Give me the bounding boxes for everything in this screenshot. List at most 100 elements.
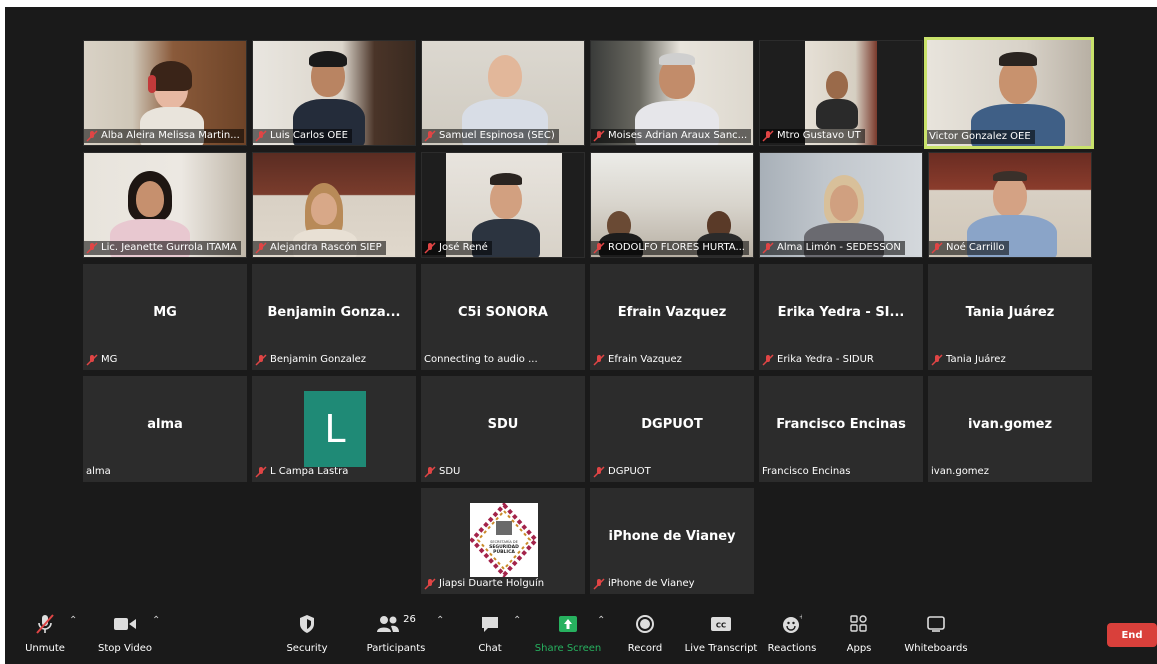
participant-name-text: José René [439, 242, 488, 253]
name-tile[interactable]: ivan.gomez ivan.gomez [928, 376, 1092, 482]
participant-name: Alba Aleira Melissa Martin... [84, 129, 244, 143]
record-button[interactable]: Record [623, 611, 667, 661]
participant-display-name: Benjamin Gonza... [267, 305, 401, 320]
participant-name-text: Benjamin Gonzalez [270, 354, 367, 365]
participant-name-text: Francisco Encinas [762, 466, 851, 477]
participant-name-text: Moises Adrian Araux Sanc... [608, 130, 748, 141]
participant-name: ivan.gomez [929, 465, 993, 479]
video-tile[interactable]: José René [421, 152, 585, 258]
svg-text:CC: CC [716, 622, 726, 630]
participant-name-text: Alejandra Rascón SIEP [270, 242, 382, 253]
security-button[interactable]: Security [283, 611, 331, 661]
mic-muted-icon [86, 242, 98, 254]
video-tile[interactable]: RODOLFO FLORES HURTA... [590, 152, 754, 258]
participant-name-text: Efrain Vazquez [608, 354, 682, 365]
mic-muted-icon [762, 130, 774, 142]
mic-muted-icon [593, 466, 605, 478]
participants-button[interactable]: 26 Participants [363, 611, 429, 661]
unmute-button[interactable]: Unmute [23, 611, 67, 661]
apps-icon [850, 611, 868, 637]
video-tile[interactable]: Noé Carrillo [928, 152, 1092, 258]
mic-muted-icon [762, 354, 774, 366]
share-screen-button[interactable]: Share Screen [535, 611, 601, 661]
share-screen-icon [558, 611, 578, 637]
name-tile[interactable]: Tania Juárez Tania Juárez [928, 264, 1092, 370]
participant-display-name: DGPUOT [641, 417, 703, 432]
record-icon [635, 611, 655, 637]
stop-video-button[interactable]: Stop Video [95, 611, 155, 661]
video-tile[interactable]: Moises Adrian Araux Sanc... [590, 40, 754, 146]
participant-name-text: Victor Gonzalez OEE [929, 131, 1031, 142]
whiteboards-button[interactable]: Whiteboards [901, 611, 971, 661]
mic-muted-icon [424, 242, 436, 254]
share-options-chevron-icon[interactable]: ⌃ [597, 615, 605, 626]
participant-name: Benjamin Gonzalez [253, 353, 370, 367]
name-tile[interactable]: alma alma [83, 376, 247, 482]
stop-video-label: Stop Video [98, 643, 152, 654]
participant-name-text: L Campa Lastra [270, 466, 349, 477]
name-tile[interactable]: SDU SDU [421, 376, 585, 482]
name-tile[interactable]: SECRETARÍA DE SEGURIDAD PÚBLICA Jiapsi D… [421, 488, 585, 594]
participant-name: José René [422, 241, 492, 255]
name-tile[interactable]: DGPUOT DGPUOT [590, 376, 754, 482]
live-transcript-button[interactable]: CC Live Transcript [681, 611, 761, 661]
participant-display-name: Efrain Vazquez [617, 305, 727, 320]
participant-name: SDU [422, 465, 464, 479]
closed-caption-icon: CC [710, 611, 732, 637]
video-tile[interactable]: Samuel Espinosa (SEC) [421, 40, 585, 146]
participant-name: Lic. Jeanette Gurrola ITAMA [84, 241, 241, 255]
apps-label: Apps [846, 643, 872, 654]
participant-name: Erika Yedra - SIDUR [760, 353, 878, 367]
connecting-status-text: Connecting to audio ... [424, 354, 538, 365]
video-tile-active-speaker[interactable]: Victor Gonzalez OEE [924, 37, 1094, 149]
participant-name-text: Alma Limón - SEDESSON [777, 242, 901, 253]
name-tile[interactable]: Francisco Encinas Francisco Encinas [759, 376, 923, 482]
mic-muted-icon [762, 242, 774, 254]
participant-name: RODOLFO FLORES HURTA... [591, 241, 749, 255]
video-tile[interactable]: Mtro Gustavo UT [759, 40, 923, 146]
participant-name-text: Luis Carlos OEE [270, 130, 348, 141]
meeting-gallery: Alba Aleira Melissa Martin... Luis Carlo… [5, 7, 1157, 664]
mic-muted-icon [424, 578, 436, 590]
reactions-button[interactable]: + Reactions [765, 611, 819, 661]
participant-name-text: iPhone de Vianey [608, 578, 695, 589]
video-tile[interactable]: Luis Carlos OEE [252, 40, 416, 146]
mic-muted-icon [255, 354, 267, 366]
audio-options-chevron-icon[interactable]: ⌃ [69, 615, 77, 626]
security-label: Security [286, 643, 328, 654]
name-tile[interactable]: L L Campa Lastra [252, 376, 416, 482]
video-tile[interactable]: Alejandra Rascón SIEP [252, 152, 416, 258]
profile-logo: SECRETARÍA DE SEGURIDAD PÚBLICA [469, 502, 539, 578]
participant-name: MG [84, 353, 121, 367]
participant-name-text: Lic. Jeanette Gurrola ITAMA [101, 242, 237, 253]
participants-options-chevron-icon[interactable]: ⌃ [436, 615, 444, 626]
participant-display-name: SDU [487, 417, 519, 432]
apps-button[interactable]: Apps [841, 611, 877, 661]
participant-name: Mtro Gustavo UT [760, 129, 865, 143]
participant-name-text: Tania Juárez [946, 354, 1006, 365]
video-tile[interactable]: Alma Limón - SEDESSON [759, 152, 923, 258]
video-options-chevron-icon[interactable]: ⌃ [152, 615, 160, 626]
chat-button[interactable]: Chat [472, 611, 508, 661]
participant-name: Moises Adrian Araux Sanc... [591, 129, 752, 143]
svg-text:PÚBLICA: PÚBLICA [493, 548, 515, 555]
mic-muted-icon [424, 130, 436, 142]
chat-options-chevron-icon[interactable]: ⌃ [513, 615, 521, 626]
seguridad-publica-logo-icon: SECRETARÍA DE SEGURIDAD PÚBLICA [469, 502, 539, 578]
name-tile[interactable]: MG MG [83, 264, 247, 370]
name-tile[interactable]: Efrain Vazquez Efrain Vazquez [590, 264, 754, 370]
video-tile[interactable]: Lic. Jeanette Gurrola ITAMA [83, 152, 247, 258]
mic-muted-icon [593, 130, 605, 142]
participant-name-text: MG [101, 354, 118, 365]
name-tile[interactable]: Erika Yedra - SI... Erika Yedra - SIDUR [759, 264, 923, 370]
mic-muted-icon [34, 611, 56, 637]
participant-name-text: Erika Yedra - SIDUR [777, 354, 874, 365]
participant-name: L Campa Lastra [253, 465, 352, 479]
chat-label: Chat [478, 643, 502, 654]
end-meeting-button[interactable]: End [1107, 623, 1157, 647]
name-tile[interactable]: Benjamin Gonza... Benjamin Gonzalez [252, 264, 416, 370]
video-camera-icon [113, 611, 137, 637]
name-tile[interactable]: iPhone de Vianey iPhone de Vianey [590, 488, 754, 594]
video-tile[interactable]: Alba Aleira Melissa Martin... [83, 40, 247, 146]
name-tile[interactable]: C5i SONORA Connecting to audio ... [421, 264, 585, 370]
